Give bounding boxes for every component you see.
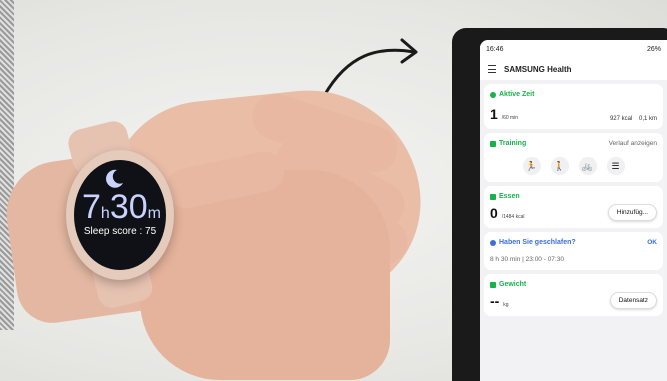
sleep-hours-unit: h [100,205,110,222]
card-title: Aktive Zeit [490,91,657,98]
weight-value: -- kg [490,293,509,309]
card-title-text: Essen [499,193,520,200]
active-unit: /60 min [501,115,519,121]
card-title: Haben Sie geschlafen? [490,239,576,246]
phone-screen: 16:46 26% SAMSUNG Health Aktive Zeit 1 /… [480,40,667,381]
moon-icon [106,169,123,188]
running-icon[interactable]: 🏃 [522,157,541,175]
watch-face[interactable]: 7h30m Sleep score : 75 [74,160,166,270]
active-row: 1 /60 min 927 kcal 0,1 km [490,106,657,122]
active-value-number: 1 [490,106,498,122]
card-food[interactable]: Essen 0 /1484 kcal Hinzufüg... [484,186,663,228]
status-battery: 26% [646,45,661,53]
cutlery-icon [490,193,496,200]
status-time: 16:46 [486,45,504,53]
background-scene: 7h30m Sleep score : 75 16:46 26% SAMSUNG… [0,0,667,381]
card-title: Gewicht [490,281,657,288]
app-bar: SAMSUNG Health [480,58,667,80]
sleep-ok-button[interactable]: OK [647,239,657,246]
weight-row: -- kg Datensatz [490,292,657,309]
sleep-minutes-unit: m [147,205,161,222]
active-time-icon [490,91,496,98]
add-food-button[interactable]: Hinzufüg... [607,204,657,221]
cycling-icon[interactable]: 🚲 [578,157,597,175]
food-value-number: 0 [490,205,498,221]
sleep-hours: 7 [82,188,101,226]
weight-value-number: -- [490,293,500,309]
active-km: 0,1 km [638,116,657,122]
card-title-text: Haben Sie geschlafen? [499,239,576,246]
active-stats: 927 kcal 0,1 km [610,116,657,122]
weight-unit: kg [503,302,509,308]
card-weight[interactable]: Gewicht -- kg Datensatz [484,274,663,316]
food-value: 0 /1484 kcal [490,205,524,221]
card-sleep[interactable]: Haben Sie geschlafen? OK 8 h 30 min | 23… [484,232,663,270]
active-kcal: 927 kcal [609,116,633,122]
list-icon[interactable]: ☰ [606,157,625,175]
card-active-time[interactable]: Aktive Zeit 1 /60 min 927 kcal 0,1 km [484,84,663,129]
active-value: 1 /60 min [490,106,518,122]
card-training[interactable]: Training Verlauf anzeigen 🏃 🚶 🚲 ☰ [484,133,663,182]
running-icon [490,140,496,147]
training-icons: 🏃 🚶 🚲 ☰ [490,157,657,175]
food-row: 0 /1484 kcal Hinzufüg... [490,204,657,221]
sleep-score: Sleep score : 75 [83,226,157,237]
record-weight-button[interactable]: Datensatz [609,292,657,309]
card-title-text: Aktive Zeit [499,91,535,98]
sleep-detail: 8 h 30 min | 23:00 - 07:30 [490,256,564,263]
card-title: Training [490,140,526,147]
sleep-minutes: 30 [109,188,148,226]
menu-icon[interactable] [488,65,496,73]
walking-icon[interactable]: 🚶 [550,157,569,175]
card-title-text: Gewicht [499,281,527,288]
card-title-text: Training [499,140,527,147]
scale-icon [490,281,496,288]
status-bar: 16:46 26% [480,40,667,58]
sleep-duration: 7h30m [82,190,161,231]
patterned-fabric [0,0,14,330]
app-title: SAMSUNG Health [504,64,572,74]
training-header: Training Verlauf anzeigen [490,140,657,147]
moon-icon [490,239,496,246]
view-history-link[interactable]: Verlauf anzeigen [609,140,657,147]
sleep-header: Haben Sie geschlafen? OK [490,239,657,246]
food-unit: /1484 kcal [501,214,525,220]
card-title: Essen [490,193,657,200]
